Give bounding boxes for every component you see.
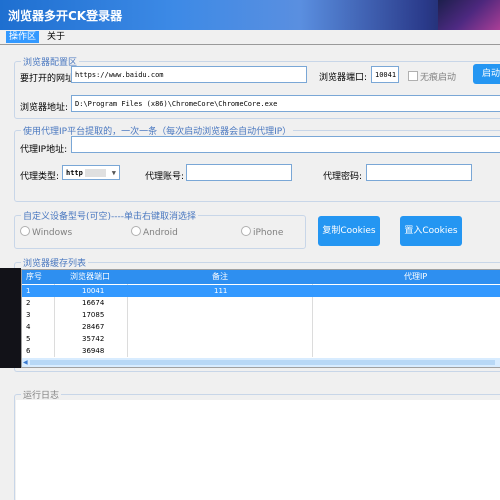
table-row[interactable]: 1 10041 111 [22,285,500,297]
cell-index: 6 [26,347,31,355]
col-header-index[interactable]: 序号 [26,271,42,283]
cell-index: 1 [26,287,31,295]
headless-checkbox[interactable]: 无痕启动 [408,70,456,83]
cell-port: 35742 [82,335,105,343]
window-shadow [0,268,21,368]
checkbox-box[interactable] [408,71,418,81]
col-header-note[interactable]: 备注 [212,271,228,283]
scroll-left-icon[interactable]: ◀ [23,358,28,367]
radio-dot[interactable] [241,226,251,236]
proxy-password-input[interactable] [366,164,472,181]
copy-cookies-button[interactable]: 复制Cookies [318,216,380,246]
tab-operation[interactable]: 操作区 [6,31,40,43]
radio-windows-label: Windows [32,228,73,238]
url-input[interactable]: https://www.baidu.com [71,66,307,83]
cell-port: 17085 [82,311,105,319]
cell-port: 10041 [82,287,105,295]
radio-windows[interactable]: Windows [20,226,72,238]
radio-iphone[interactable]: iPhone [241,226,283,238]
table-row[interactable]: 4 28467 [22,321,500,333]
radio-android[interactable]: Android [131,226,178,238]
import-cookies-button[interactable]: 置入Cookies [400,216,462,246]
tab-about[interactable]: 关于 [44,31,68,43]
radio-dot[interactable] [20,226,30,236]
port-label: 浏览器端口: [319,73,368,83]
scrollbar-thumb[interactable] [30,360,495,365]
cache-table[interactable]: 序号 浏览器端口 备注 代理IP 1 10041 111 2 16674 3 1… [21,269,500,368]
tab-bar: 操作区 关于 [0,30,500,45]
headless-label: 无痕启动 [420,73,457,83]
table-header: 序号 浏览器端口 备注 代理IP [22,270,500,284]
proxy-account-input[interactable] [186,164,292,181]
path-label: 浏览器地址: [20,103,69,113]
proxy-password-label: 代理密码: [323,172,363,182]
cache-legend: 浏览器缓存列表 [21,256,89,269]
cell-index: 4 [26,323,31,331]
proxy-type-value: http [66,169,83,177]
log-textarea[interactable] [16,400,500,500]
radio-android-label: Android [143,228,178,238]
col-header-port[interactable]: 浏览器端口 [70,271,110,283]
proxy-type-select[interactable]: http ▼ [62,165,120,180]
table-row[interactable]: 3 17085 [22,309,500,321]
title-decoration [438,0,500,30]
window-title: 浏览器多开CK登录器 [8,9,123,23]
table-row[interactable]: 2 16674 [22,297,500,309]
proxy-account-label: 代理账号: [145,172,185,182]
url-label: 要打开的网址: [20,74,78,84]
chevron-down-icon[interactable]: ▼ [112,166,116,179]
table-row[interactable]: 6 36948 [22,345,500,357]
horizontal-scrollbar[interactable]: ◀ [22,358,500,367]
cell-port: 16674 [82,299,105,307]
radio-iphone-label: iPhone [253,228,284,238]
app-window: 浏览器多开CK登录器 操作区 关于 浏览器配置区 要打开的网址: https:/… [0,0,500,500]
port-input[interactable]: 10041 [371,66,399,83]
cell-port: 28467 [82,323,105,331]
proxy-addr-input[interactable] [71,136,500,153]
title-bar[interactable]: 浏览器多开CK登录器 [0,0,500,30]
cell-note: 111 [214,287,228,295]
cell-index: 2 [26,299,31,307]
proxy-addr-label: 代理IP地址: [20,145,68,155]
cell-port: 36948 [82,347,105,355]
cell-index: 3 [26,311,31,319]
cell-index: 5 [26,335,31,343]
proxy-type-label: 代理类型: [20,172,60,182]
path-input[interactable]: D:\Program Files (x86)\ChromeCore\Chrome… [71,95,500,112]
radio-dot[interactable] [131,226,141,236]
start-button[interactable]: 启动 [473,64,500,84]
device-legend: 自定义设备型号(可空)----单击右键取消选择 [21,209,199,222]
col-header-proxy[interactable]: 代理IP [404,271,427,283]
table-row[interactable]: 5 35742 [22,333,500,345]
